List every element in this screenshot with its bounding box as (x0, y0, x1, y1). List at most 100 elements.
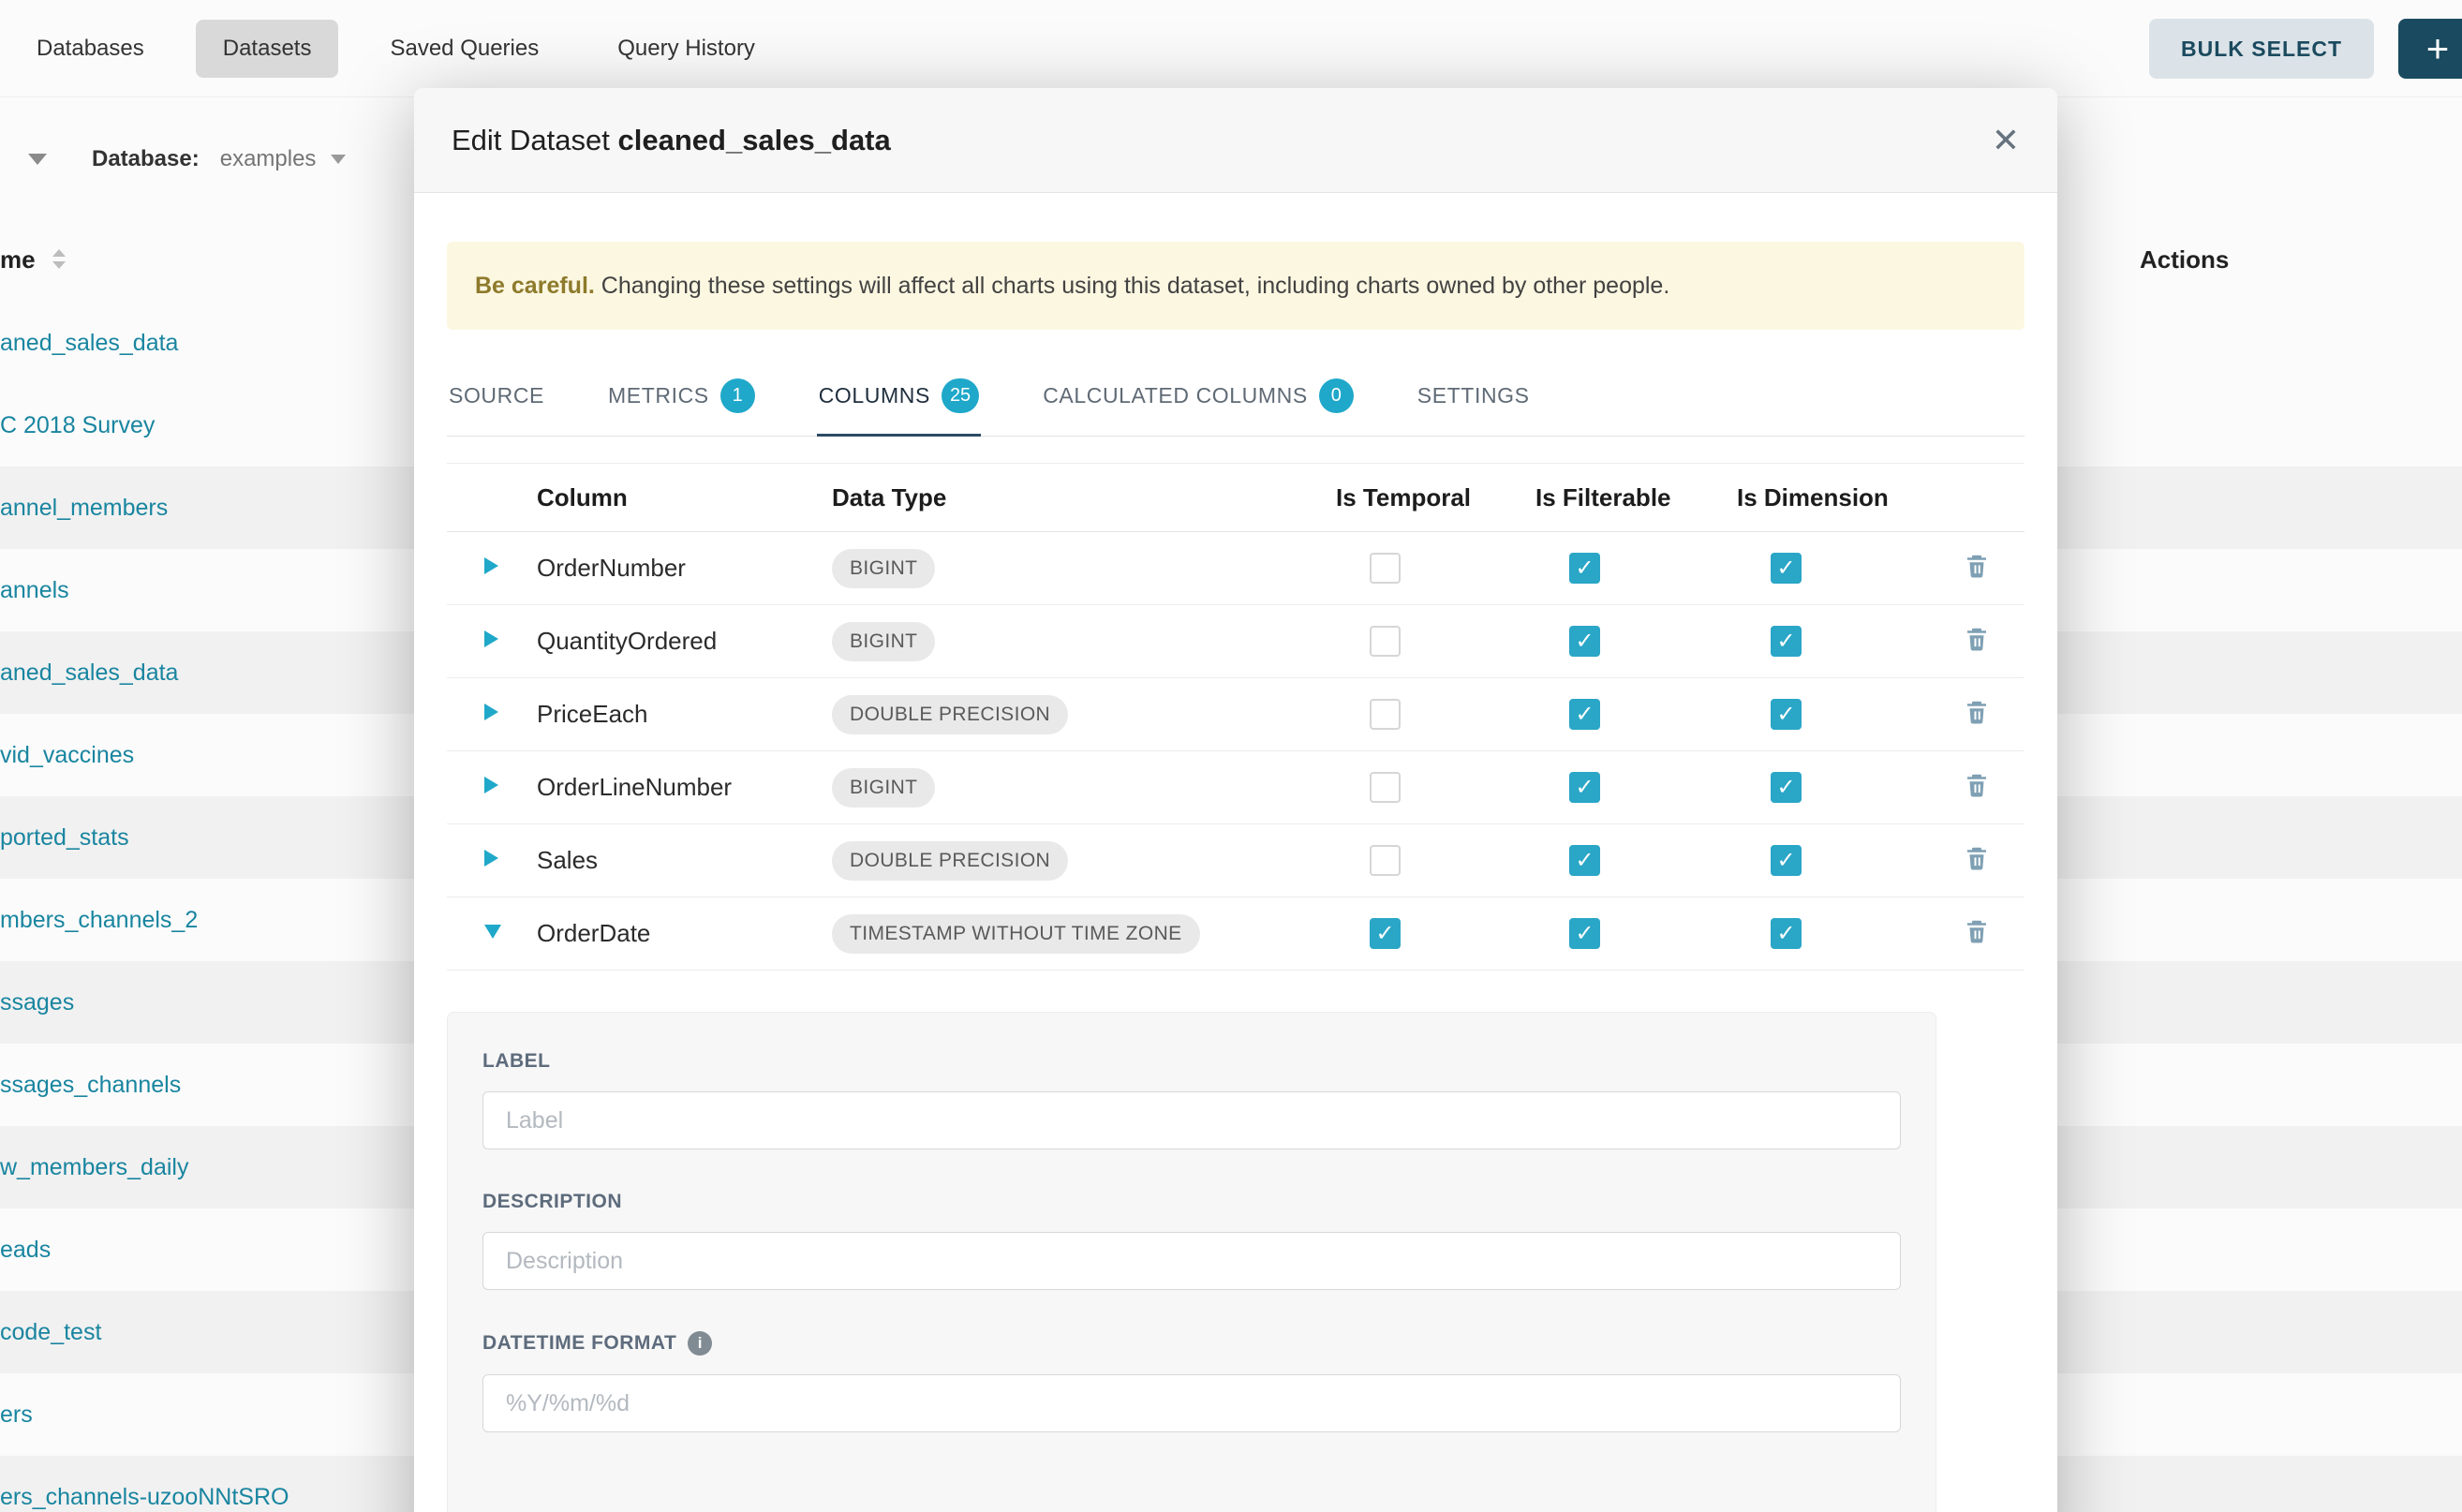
tab-count-badge: 25 (942, 378, 979, 413)
datetime-format-field-label: DATETIME FORMAT i (482, 1331, 1901, 1356)
header-is-filterable: Is Filterable (1535, 483, 1737, 512)
datetime-format-field: DATETIME FORMAT i (482, 1331, 1901, 1432)
modal-header: Edit Dataset cleaned_sales_data ✕ (414, 88, 2057, 193)
chevron-down-icon[interactable] (28, 154, 47, 165)
tab-label: SETTINGS (1417, 383, 1530, 408)
is-filterable-checkbox[interactable] (1569, 772, 1600, 803)
tab-source[interactable]: SOURCE (447, 373, 546, 437)
bulk-select-button[interactable]: BULK SELECT (2149, 19, 2374, 79)
is-temporal-checkbox[interactable] (1370, 699, 1401, 730)
tab-calculated-columns[interactable]: CALCULATED COLUMNS 0 (1041, 373, 1356, 437)
tab-columns[interactable]: COLUMNS 25 (817, 373, 981, 437)
dataset-link[interactable]: mbers_channels_2 (0, 907, 198, 934)
expand-caret-icon[interactable] (484, 630, 498, 647)
close-icon[interactable]: ✕ (1992, 124, 2020, 157)
dataset-link[interactable]: annels (0, 577, 69, 604)
delete-icon[interactable] (1963, 698, 1991, 726)
dataset-link[interactable]: code_test (0, 1319, 101, 1346)
is-filterable-checkbox[interactable] (1569, 553, 1600, 584)
header-data-type: Data Type (832, 483, 1336, 512)
is-dimension-checkbox[interactable] (1771, 626, 1802, 657)
database-filter-label: Database: (92, 146, 200, 172)
delete-icon[interactable] (1963, 552, 1991, 580)
is-temporal-checkbox[interactable] (1370, 553, 1401, 584)
is-temporal-checkbox[interactable] (1370, 626, 1401, 657)
expand-caret-icon[interactable] (484, 925, 501, 939)
is-dimension-checkbox[interactable] (1771, 772, 1802, 803)
tab-label: CALCULATED COLUMNS (1043, 383, 1308, 408)
is-temporal-checkbox[interactable] (1370, 918, 1401, 949)
tab-metrics[interactable]: METRICS 1 (606, 373, 757, 437)
is-dimension-checkbox[interactable] (1771, 845, 1802, 876)
is-dimension-checkbox[interactable] (1771, 699, 1802, 730)
add-dataset-button[interactable]: + (2398, 19, 2462, 79)
delete-icon[interactable] (1963, 917, 1991, 945)
column-row: OrderNumber BIGINT (447, 532, 2024, 605)
description-input[interactable] (482, 1232, 1901, 1290)
dataset-link[interactable]: ssages (0, 989, 74, 1016)
nav-item-query-history[interactable]: Query History (590, 20, 782, 78)
nav-tabs: Databases Datasets Saved Queries Query Hist… (9, 20, 782, 78)
is-filterable-checkbox[interactable] (1569, 918, 1600, 949)
header-is-temporal: Is Temporal (1336, 483, 1535, 512)
warning-body-text: Changing these settings will affect all … (595, 273, 1669, 299)
expand-caret-icon[interactable] (484, 850, 498, 867)
column-name: QuantityOrdered (537, 627, 832, 656)
dataset-link[interactable]: C 2018 Survey (0, 412, 155, 439)
tab-count-badge: 1 (720, 378, 755, 413)
database-filter-value[interactable]: examples (220, 146, 317, 172)
dataset-link[interactable]: aned_sales_data (0, 330, 178, 357)
dataset-link[interactable]: eads (0, 1237, 51, 1264)
info-icon[interactable]: i (688, 1331, 712, 1356)
nav-item-saved-queries[interactable]: Saved Queries (363, 20, 566, 78)
datetime-format-input[interactable] (482, 1374, 1901, 1432)
column-row: QuantityOrdered BIGINT (447, 605, 2024, 678)
delete-icon[interactable] (1963, 771, 1991, 799)
expand-caret-icon[interactable] (484, 777, 498, 793)
dataset-link[interactable]: vid_vaccines (0, 742, 134, 769)
datetime-format-label-text: DATETIME FORMAT (482, 1332, 676, 1355)
name-column-header[interactable]: me (0, 245, 36, 274)
dataset-link[interactable]: ers (0, 1401, 33, 1429)
nav-item-label: Query History (617, 36, 755, 61)
is-temporal-checkbox[interactable] (1370, 772, 1401, 803)
dataset-link[interactable]: w_members_daily (0, 1154, 188, 1181)
tab-settings[interactable]: SETTINGS (1416, 373, 1532, 437)
modal-body: Be careful. Changing these settings will… (414, 242, 2057, 1512)
column-row: Sales DOUBLE PRECISION (447, 824, 2024, 897)
expand-caret-icon[interactable] (484, 704, 498, 720)
is-filterable-checkbox[interactable] (1569, 626, 1600, 657)
column-name: PriceEach (537, 700, 832, 729)
label-field-label: LABEL (482, 1050, 1901, 1073)
column-row: OrderLineNumber BIGINT (447, 751, 2024, 824)
dataset-link[interactable]: ssages_channels (0, 1072, 181, 1099)
nav-item-databases[interactable]: Databases (9, 20, 171, 78)
column-row: PriceEach DOUBLE PRECISION (447, 678, 2024, 751)
delete-icon[interactable] (1963, 625, 1991, 653)
nav-item-label: Datasets (223, 36, 312, 61)
top-nav: Databases Datasets Saved Queries Query Hist… (0, 0, 2462, 97)
is-dimension-checkbox[interactable] (1771, 553, 1802, 584)
dataset-link[interactable]: aned_sales_data (0, 660, 178, 687)
nav-item-label: Saved Queries (390, 36, 539, 61)
dataset-link[interactable]: annel_members (0, 495, 168, 522)
chevron-down-icon[interactable] (331, 155, 346, 164)
header-column: Column (537, 483, 832, 512)
sort-icons[interactable] (52, 249, 66, 269)
column-row: OrderDate TIMESTAMP WITHOUT TIME ZONE (447, 897, 2024, 971)
is-filterable-checkbox[interactable] (1569, 699, 1600, 730)
dataset-link[interactable]: ported_stats (0, 824, 129, 852)
nav-item-datasets[interactable]: Datasets (196, 20, 339, 78)
dataset-link[interactable]: ers_channels-uzooNNtSRO (0, 1484, 289, 1511)
is-temporal-checkbox[interactable] (1370, 845, 1401, 876)
label-input[interactable] (482, 1091, 1901, 1149)
is-filterable-checkbox[interactable] (1569, 845, 1600, 876)
tab-label: SOURCE (449, 383, 544, 408)
modal-title-dataset-name: cleaned_sales_data (618, 124, 891, 156)
delete-icon[interactable] (1963, 844, 1991, 872)
header-is-dimension: Is Dimension (1737, 483, 1963, 512)
columns-tbody: OrderNumber BIGINT QuantityOrdered BIGIN… (447, 532, 2024, 971)
plus-icon: + (2426, 29, 2450, 68)
is-dimension-checkbox[interactable] (1771, 918, 1802, 949)
expand-caret-icon[interactable] (484, 557, 498, 574)
